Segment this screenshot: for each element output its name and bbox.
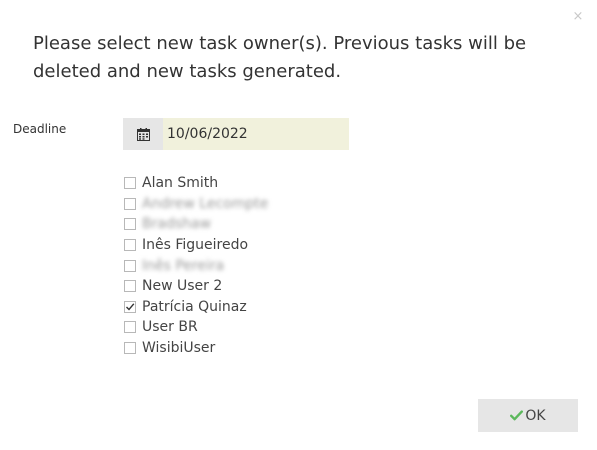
close-icon[interactable]: ×: [571, 10, 585, 24]
owner-item[interactable]: WisibiUser: [124, 338, 268, 359]
owner-checkbox[interactable]: [124, 321, 136, 334]
owner-name: Inês Figueiredo: [142, 237, 249, 254]
owner-name: New User 2: [142, 278, 223, 295]
owner-checkbox[interactable]: [124, 177, 136, 190]
deadline-label: Deadline: [13, 122, 67, 136]
owner-name: Bradshaw: [142, 216, 212, 233]
dialog-message: Please select new task owner(s). Previou…: [33, 33, 527, 82]
owner-checkbox[interactable]: [124, 259, 136, 272]
deadline-date-field: [123, 118, 349, 150]
owner-name: Alan Smith: [142, 175, 219, 192]
calendar-icon: [136, 127, 150, 141]
owner-checkbox[interactable]: [124, 218, 136, 231]
owner-name: WisibiUser: [142, 340, 216, 357]
owner-checkbox[interactable]: [124, 300, 136, 313]
checkmark-icon: [126, 303, 135, 311]
owner-name: User BR: [142, 319, 198, 336]
deadline-input[interactable]: [163, 118, 349, 150]
owner-item[interactable]: Bradshaw: [124, 214, 268, 235]
ok-button[interactable]: OK: [478, 399, 578, 432]
check-icon: [510, 410, 524, 421]
owner-item[interactable]: User BR: [124, 317, 268, 338]
owners-list: Alan Smith Andrew Lecompte Bradshaw Inês Fi…: [124, 173, 268, 358]
owner-item[interactable]: Andrew Lecompte: [124, 194, 268, 215]
owner-checkbox[interactable]: [124, 280, 136, 293]
owner-name: Andrew Lecompte: [142, 195, 269, 212]
ok-label: OK: [525, 407, 546, 424]
owner-checkbox[interactable]: [124, 239, 136, 252]
calendar-button[interactable]: [123, 118, 163, 150]
owner-name: Patrícia Quinaz: [142, 298, 247, 315]
owner-item[interactable]: Inês Pereira: [124, 255, 268, 276]
task-owner-dialog: × Please select new task owner(s). Previ…: [0, 0, 597, 450]
owner-checkbox[interactable]: [124, 342, 136, 355]
owner-item[interactable]: New User 2: [124, 276, 268, 297]
owner-name: Inês Pereira: [142, 257, 225, 274]
owner-checkbox[interactable]: [124, 197, 136, 210]
owner-item[interactable]: Alan Smith: [124, 173, 268, 194]
owner-item[interactable]: Inês Figueiredo: [124, 235, 268, 256]
owner-item[interactable]: Patrícia Quinaz: [124, 297, 268, 318]
